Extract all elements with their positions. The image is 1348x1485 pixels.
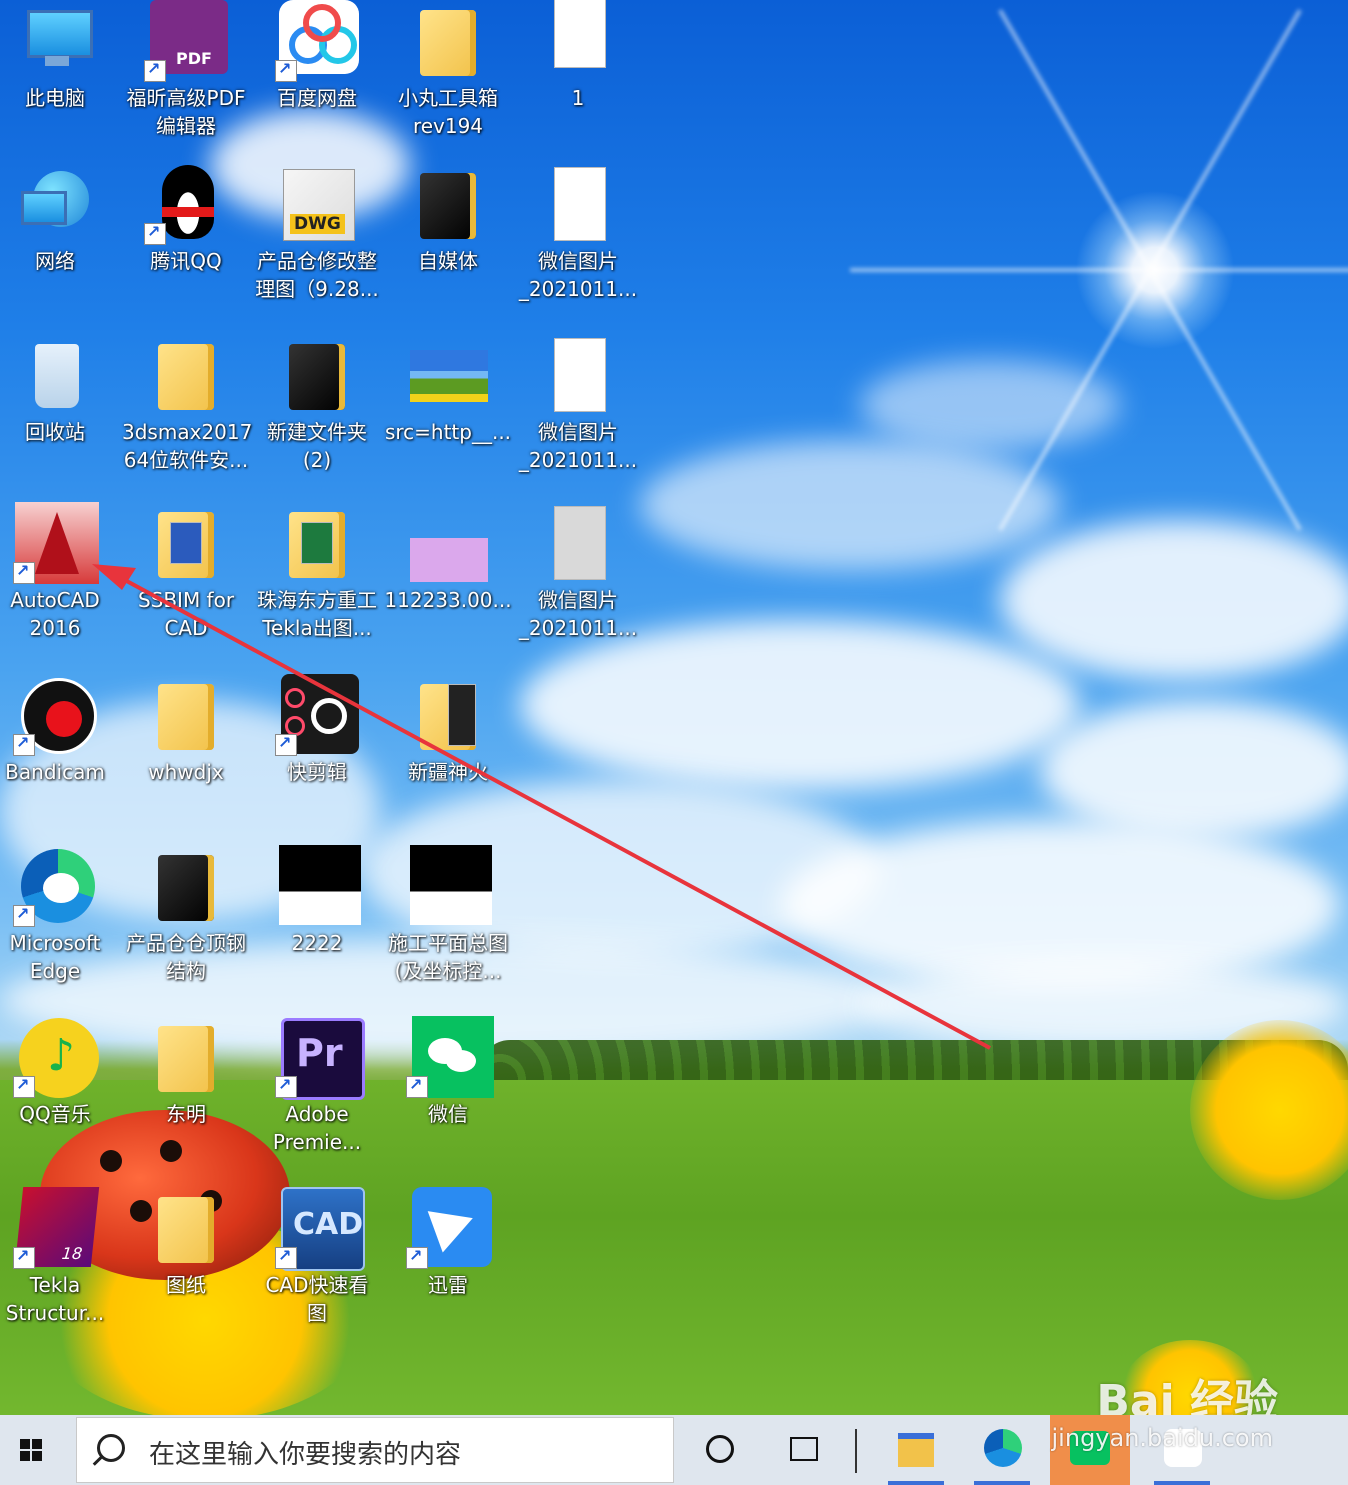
desktop-icon-ssbim-for-cad[interactable]: SSBIM for CAD bbox=[122, 502, 250, 642]
file-explorer-icon bbox=[898, 1433, 934, 1467]
desktop-icon-self-media[interactable]: 自媒体 bbox=[384, 163, 512, 275]
desktop-icon-wechat-image-1[interactable]: 微信图片 _2021011... bbox=[514, 163, 642, 303]
document-thumbnail-icon bbox=[538, 502, 618, 582]
folder-icon bbox=[146, 674, 226, 754]
document-thumbnail-icon bbox=[538, 0, 618, 80]
desktop-icon-drawings[interactable]: 图纸 bbox=[122, 1187, 250, 1299]
desktop-icon-qq-music[interactable]: ♪ QQ音乐 bbox=[0, 1016, 119, 1128]
desktop-icon-cad-quick-view[interactable]: CAD CAD快速看 图 bbox=[253, 1187, 381, 1327]
desktop-icon-microsoft-edge[interactable]: Microsoft Edge bbox=[0, 845, 119, 985]
desktop-icon-foxit-pdf[interactable]: PDF 福昕高级PDF 编辑器 bbox=[122, 0, 250, 140]
desktop-icon-this-pc[interactable]: 此电脑 bbox=[0, 0, 119, 112]
document-thumbnail-icon bbox=[538, 163, 618, 243]
cad-viewer-icon: CAD bbox=[275, 1187, 365, 1271]
desktop-icon-3dsmax-folder[interactable]: 3dsmax2017 64位软件安... bbox=[122, 334, 252, 474]
kuaijianji-icon bbox=[275, 674, 359, 756]
folder-icon bbox=[146, 334, 226, 414]
desktop-icon-tencent-qq[interactable]: 腾讯QQ bbox=[122, 163, 250, 275]
desktop-icon-xiaowan-toolbox[interactable]: 小丸工具箱 rev194 bbox=[384, 0, 512, 140]
folder-icon bbox=[408, 163, 488, 243]
excel-folder-icon bbox=[277, 502, 357, 582]
shortcut-arrow-icon bbox=[275, 1246, 297, 1269]
shortcut-arrow-icon bbox=[13, 1246, 35, 1269]
task-view-button[interactable] bbox=[770, 1415, 834, 1485]
edge-icon bbox=[984, 1429, 1022, 1467]
folder-icon bbox=[277, 334, 357, 414]
desktop-icon-112233[interactable]: 112233.00... bbox=[384, 502, 512, 614]
desktop-icon-new-folder-2[interactable]: 新建文件夹 (2) bbox=[253, 334, 381, 474]
desktop-icon-wechat[interactable]: 微信 bbox=[384, 1016, 512, 1128]
desktop-icon-tekla[interactable]: 18 Tekla Structur... bbox=[0, 1187, 119, 1327]
folder-icon bbox=[146, 1016, 226, 1096]
shortcut-arrow-icon bbox=[144, 59, 166, 82]
shortcut-arrow-icon bbox=[275, 733, 297, 756]
desktop-icon-2222[interactable]: 2222 bbox=[253, 845, 381, 957]
computer-icon bbox=[15, 0, 95, 80]
desktop-icon-recycle-bin[interactable]: 回收站 bbox=[0, 334, 119, 446]
shortcut-arrow-icon bbox=[13, 561, 35, 584]
folder-icon bbox=[146, 845, 226, 925]
premiere-pro-icon: Pr bbox=[275, 1016, 365, 1100]
shortcut-arrow-icon bbox=[144, 222, 166, 245]
desktop-icon-dwg-drawing[interactable]: DWG 产品仓修改整 理图（9.28... bbox=[253, 163, 381, 303]
autocad-icon bbox=[13, 502, 99, 584]
dwg-thumbnail-icon bbox=[408, 845, 492, 925]
taskbar-file-explorer[interactable] bbox=[884, 1415, 948, 1485]
baidu-watermark-url: jingyan.baidu.com bbox=[1051, 1424, 1273, 1452]
taskbar-search-box[interactable]: 在这里输入你要搜索的内容 bbox=[76, 1417, 674, 1483]
shortcut-arrow-icon bbox=[13, 733, 35, 756]
dwg-file-icon: DWG bbox=[277, 163, 357, 243]
word-folder-icon bbox=[146, 502, 226, 582]
taskbar-separator bbox=[855, 1429, 857, 1473]
cortana-circle-icon bbox=[706, 1435, 734, 1463]
folder-icon bbox=[408, 0, 488, 80]
cortana-button[interactable] bbox=[686, 1415, 750, 1485]
shortcut-arrow-icon bbox=[406, 1246, 428, 1269]
desktop-icon-kuaijianji[interactable]: 快剪辑 bbox=[253, 674, 381, 786]
taskbar-edge[interactable] bbox=[970, 1415, 1034, 1485]
desktop-icon-tekla-output[interactable]: 珠海东方重工 Tekla出图... bbox=[253, 502, 381, 642]
shortcut-arrow-icon bbox=[275, 59, 297, 82]
desktop-icon-wechat-image-3[interactable]: 微信图片 _2021011... bbox=[514, 502, 642, 642]
dwg-thumbnail-icon bbox=[277, 845, 361, 925]
desktop-icon-src-image[interactable]: src=http__... bbox=[384, 334, 512, 446]
shortcut-arrow-icon bbox=[275, 1075, 297, 1098]
xunlei-bird-icon bbox=[406, 1187, 492, 1269]
network-icon bbox=[15, 163, 95, 243]
image-thumbnail-icon bbox=[408, 502, 488, 582]
image-thumbnail-icon bbox=[408, 334, 488, 414]
wechat-icon bbox=[406, 1016, 494, 1098]
desktop-icon-xinjiang-shenhuo[interactable]: 新疆神火 bbox=[384, 674, 512, 786]
qq-penguin-icon bbox=[144, 163, 226, 245]
desktop-icon-autocad[interactable]: AutoCAD 2016 bbox=[0, 502, 119, 642]
foxit-pdf-icon: PDF bbox=[144, 0, 228, 82]
qq-music-icon: ♪ bbox=[13, 1016, 99, 1098]
desktop-icon-whwdjx[interactable]: whwdjx bbox=[122, 674, 250, 786]
desktop-icon-adobe-premiere[interactable]: Pr Adobe Premie... bbox=[253, 1016, 381, 1156]
desktop-icon-network[interactable]: 网络 bbox=[0, 163, 119, 275]
bandicam-icon bbox=[13, 674, 97, 756]
desktop-icon-steel-structure-folder[interactable]: 产品仓仓顶钢 结构 bbox=[122, 845, 250, 985]
desktop-icon-bandicam[interactable]: Bandicam bbox=[0, 674, 119, 786]
search-placeholder: 在这里输入你要搜索的内容 bbox=[149, 1440, 462, 1470]
start-button[interactable] bbox=[0, 1415, 72, 1485]
desktop-icon-site-plan[interactable]: 施工平面总图 (及坐标控... bbox=[384, 845, 512, 985]
shortcut-arrow-icon bbox=[406, 1075, 428, 1098]
desktop-icon-wechat-image-2[interactable]: 微信图片 _2021011... bbox=[514, 334, 642, 474]
tekla-icon: 18 bbox=[13, 1187, 100, 1269]
folder-icon bbox=[146, 1187, 226, 1267]
recycle-bin-icon bbox=[15, 334, 95, 414]
desktop-icon-file-1[interactable]: 1 bbox=[514, 0, 642, 112]
desktop-icon-baidu-netdisk[interactable]: 百度网盘 bbox=[253, 0, 381, 112]
desktop-icon-xunlei[interactable]: 迅雷 bbox=[384, 1187, 512, 1299]
desktop-icon-dongming[interactable]: 东明 bbox=[122, 1016, 250, 1128]
folder-icon bbox=[408, 674, 488, 754]
baidu-netdisk-icon bbox=[275, 0, 359, 82]
search-icon bbox=[97, 1434, 125, 1462]
shortcut-arrow-icon bbox=[13, 904, 35, 927]
edge-icon bbox=[13, 845, 95, 927]
document-thumbnail-icon bbox=[538, 334, 618, 414]
shortcut-arrow-icon bbox=[13, 1075, 35, 1098]
task-view-icon bbox=[790, 1437, 818, 1461]
